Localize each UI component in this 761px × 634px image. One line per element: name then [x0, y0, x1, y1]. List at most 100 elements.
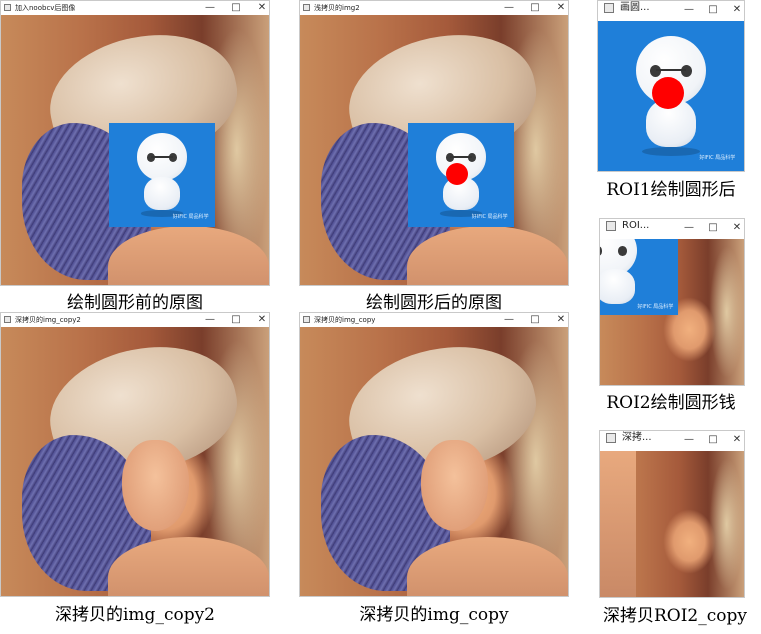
app-icon — [606, 221, 616, 231]
app-icon — [303, 4, 310, 11]
mascot-eye-right — [617, 246, 627, 256]
caption-w6: ROI2绘制圆形钱 — [606, 393, 736, 413]
app-icon — [4, 4, 11, 11]
close-icon[interactable]: ✕ — [556, 314, 566, 326]
minimize-icon[interactable]: — — [684, 434, 694, 446]
mascot-eye-left — [146, 153, 155, 163]
watermark: 好IFIC 局品科学 — [471, 213, 508, 220]
image-canvas: 好IFIC 局品科学 — [300, 15, 568, 285]
close-icon[interactable]: ✕ — [732, 4, 742, 16]
window-controls: — □ ✕ — [504, 1, 566, 15]
window-title: 浅拷贝的img2 — [314, 4, 360, 12]
image-canvas — [1, 327, 269, 596]
window-title: 深拷贝的img_copy2 — [15, 316, 81, 324]
maximize-icon[interactable]: □ — [231, 314, 241, 326]
minimize-icon[interactable]: — — [205, 314, 215, 326]
watermark: 好IFIC 局品科学 — [172, 213, 209, 220]
maximize-icon[interactable]: □ — [231, 2, 241, 14]
caption-w3: 深拷贝的img_copy2 — [55, 605, 215, 625]
app-icon — [4, 316, 11, 323]
mascot-brow — [449, 156, 473, 158]
titlebar[interactable]: 加入noobcv后图像 — □ ✕ — [1, 1, 269, 15]
red-circle — [446, 163, 468, 185]
window-controls: — □ ✕ — [205, 1, 267, 15]
window-title: 加入noobcv后图像 — [15, 4, 76, 12]
window-title: 深拷... — [622, 432, 652, 443]
image-canvas: 好IFIC 局品科学 — [1, 15, 269, 285]
mascot-eye-right — [468, 153, 477, 163]
mascot-brow — [655, 69, 687, 72]
titlebar[interactable]: 深拷贝的img_copy2 — □ ✕ — [1, 313, 269, 327]
window-controls: — □ ✕ — [684, 431, 742, 449]
app-icon — [606, 433, 616, 443]
caption-w2: 绘制圆形后的原图 — [366, 293, 502, 313]
minimize-icon[interactable]: — — [684, 222, 694, 234]
titlebar[interactable]: 深拷... — □ ✕ — [600, 431, 744, 449]
window-controls: — □ ✕ — [205, 313, 267, 327]
close-icon[interactable]: ✕ — [732, 434, 742, 446]
minimize-icon[interactable]: — — [504, 314, 514, 326]
close-icon[interactable]: ✕ — [257, 314, 267, 326]
minimize-icon[interactable]: — — [684, 4, 694, 16]
maximize-icon[interactable]: □ — [708, 222, 718, 234]
window-controls: — □ ✕ — [504, 313, 566, 327]
app-icon — [604, 3, 614, 13]
face — [121, 439, 189, 532]
window-roi2[interactable]: ROI... — □ ✕ 好IFIC 局品科学 — [599, 218, 745, 386]
window-title: ROI... — [622, 220, 650, 231]
maximize-icon[interactable]: □ — [708, 434, 718, 446]
titlebar[interactable]: 深拷贝的img_copy — □ ✕ — [300, 313, 568, 327]
window-noobcv-image[interactable]: 加入noobcv后图像 — □ ✕ 好IFIC 局品科学 — [0, 0, 270, 286]
caption-w7: 深拷贝ROI2_copy — [602, 606, 747, 626]
window-controls: — □ ✕ — [684, 1, 742, 19]
image-canvas — [300, 327, 568, 596]
window-title: 深拷贝的img_copy — [314, 316, 376, 324]
red-circle — [652, 77, 684, 109]
window-deep-copy-roi2[interactable]: 深拷... — □ ✕ — [599, 430, 745, 598]
mascot-shadow — [641, 147, 701, 156]
window-deep-copy-img-copy[interactable]: 深拷贝的img_copy — □ ✕ — [299, 312, 569, 597]
close-icon[interactable]: ✕ — [732, 222, 742, 234]
noobcv-overlay: 好IFIC 局品科学 — [408, 123, 514, 227]
app-icon — [303, 316, 310, 323]
window-shallow-copy-img2[interactable]: 浅拷贝的img2 — □ ✕ 好IFIC 局品科学 — [299, 0, 569, 286]
window-roi1-circle[interactable]: 画圆... — □ ✕ 好IFIC 局品科学 — [597, 0, 745, 172]
mascot-brow — [150, 156, 174, 158]
mascot-eye-left — [649, 64, 662, 78]
titlebar[interactable]: ROI... — □ ✕ — [600, 219, 744, 237]
noobcv-overlay: 好IFIC 局品科学 — [600, 239, 678, 315]
image-canvas: 好IFIC 局品科学 — [598, 21, 744, 171]
shoulder — [600, 451, 636, 597]
minimize-icon[interactable]: — — [504, 2, 514, 14]
close-icon[interactable]: ✕ — [556, 2, 566, 14]
photo — [1, 327, 269, 596]
image-canvas — [600, 451, 744, 597]
caption-w1: 绘制圆形前的原图 — [67, 293, 203, 313]
noobcv-overlay: 好IFIC 局品科学 — [109, 123, 215, 227]
mascot-eye-right — [680, 64, 693, 78]
noobcv-overlay: 好IFIC 局品科学 — [598, 21, 744, 171]
caption-w4: 深拷贝的img_copy — [359, 605, 509, 625]
photo — [600, 451, 744, 597]
maximize-icon[interactable]: □ — [530, 314, 540, 326]
mascot-eye-left — [445, 153, 454, 163]
image-canvas: 好IFIC 局品科学 — [600, 239, 744, 385]
caption-w5: ROI1绘制圆形后 — [606, 180, 736, 200]
face — [420, 439, 488, 532]
mascot-body — [600, 269, 636, 304]
window-deep-copy-img-copy2[interactable]: 深拷贝的img_copy2 — □ ✕ — [0, 312, 270, 597]
minimize-icon[interactable]: — — [205, 2, 215, 14]
close-icon[interactable]: ✕ — [257, 2, 267, 14]
maximize-icon[interactable]: □ — [708, 4, 718, 16]
titlebar[interactable]: 浅拷贝的img2 — □ ✕ — [300, 1, 568, 15]
mascot-eye-left — [600, 246, 603, 256]
mascot-eye-right — [169, 153, 178, 163]
window-controls: — □ ✕ — [684, 219, 742, 237]
mascot-head — [136, 133, 188, 182]
window-title: 画圆... — [620, 2, 650, 13]
watermark: 好IFIC 局品科学 — [699, 154, 736, 161]
maximize-icon[interactable]: □ — [530, 2, 540, 14]
watermark: 好IFIC 局品科学 — [637, 303, 674, 310]
mascot-body — [143, 177, 180, 211]
titlebar[interactable]: 画圆... — □ ✕ — [598, 1, 744, 19]
